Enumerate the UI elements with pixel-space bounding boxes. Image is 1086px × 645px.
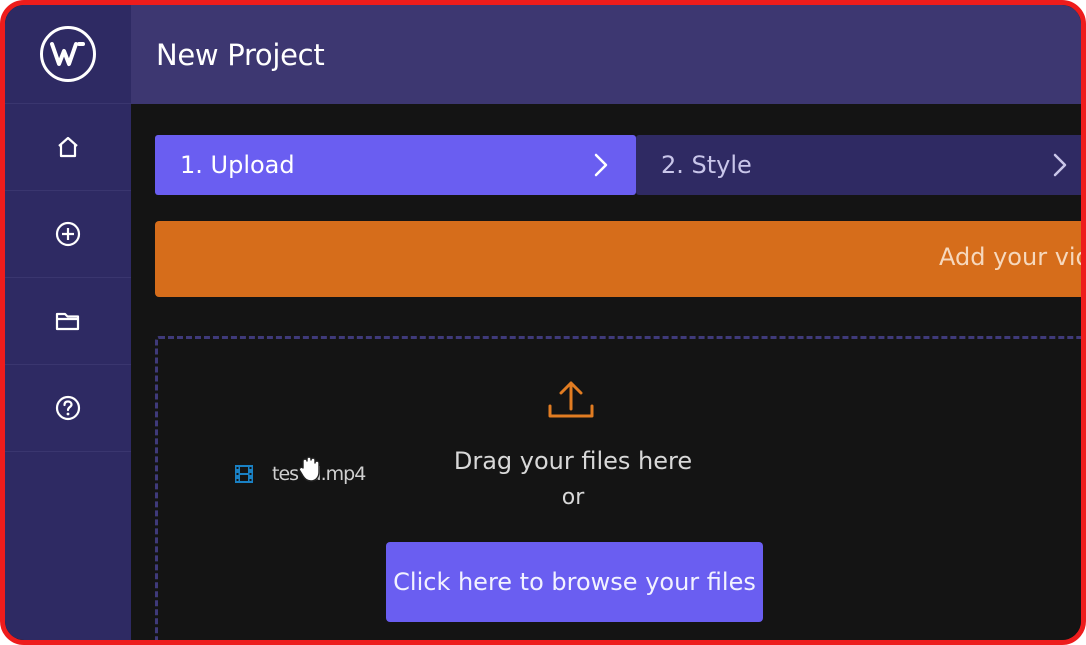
upload-icon bbox=[548, 381, 594, 418]
help-icon bbox=[55, 395, 81, 421]
chevron-right-icon bbox=[594, 153, 608, 177]
folder-icon bbox=[55, 312, 80, 331]
step-upload-label: 1. Upload bbox=[180, 151, 295, 179]
wizard-steps: 1. Upload 2. Style bbox=[155, 135, 1081, 195]
wevideo-logo-icon[interactable] bbox=[40, 26, 96, 82]
dragged-file-preview: tes td.mp4 bbox=[234, 456, 366, 485]
sidebar-item-home[interactable] bbox=[5, 104, 131, 191]
film-icon bbox=[235, 465, 253, 483]
logo-cell[interactable] bbox=[5, 5, 131, 104]
file-dropzone[interactable]: tes td.mp4 Drag your files here or Click… bbox=[155, 336, 1081, 640]
sidebar-item-new[interactable] bbox=[5, 191, 131, 278]
step-upload[interactable]: 1. Upload bbox=[155, 135, 636, 195]
sidebar-item-projects[interactable] bbox=[5, 278, 131, 365]
or-separator: or bbox=[561, 485, 585, 510]
top-header: New Project bbox=[131, 5, 1081, 104]
page-title: New Project bbox=[156, 37, 325, 72]
grab-cursor-icon bbox=[298, 456, 320, 482]
banner-text: Add your vid bbox=[939, 243, 1086, 271]
browse-files-button[interactable]: Click here to browse your files bbox=[386, 542, 763, 622]
drag-instruction: Drag your files here bbox=[453, 447, 693, 475]
chevron-right-icon bbox=[1053, 153, 1067, 177]
sidebar bbox=[5, 5, 131, 640]
sidebar-item-help[interactable] bbox=[5, 365, 131, 452]
instruction-banner: Add your vid bbox=[155, 221, 1086, 297]
main-content: 1. Upload 2. Style Add your vid tes td.m… bbox=[131, 104, 1081, 640]
step-style-label: 2. Style bbox=[661, 151, 752, 179]
home-icon bbox=[58, 136, 78, 158]
plus-circle-icon bbox=[55, 221, 81, 247]
app-window: New Project 1. Upload 2. Style Add your … bbox=[0, 0, 1086, 645]
step-style[interactable]: 2. Style bbox=[636, 135, 1081, 195]
